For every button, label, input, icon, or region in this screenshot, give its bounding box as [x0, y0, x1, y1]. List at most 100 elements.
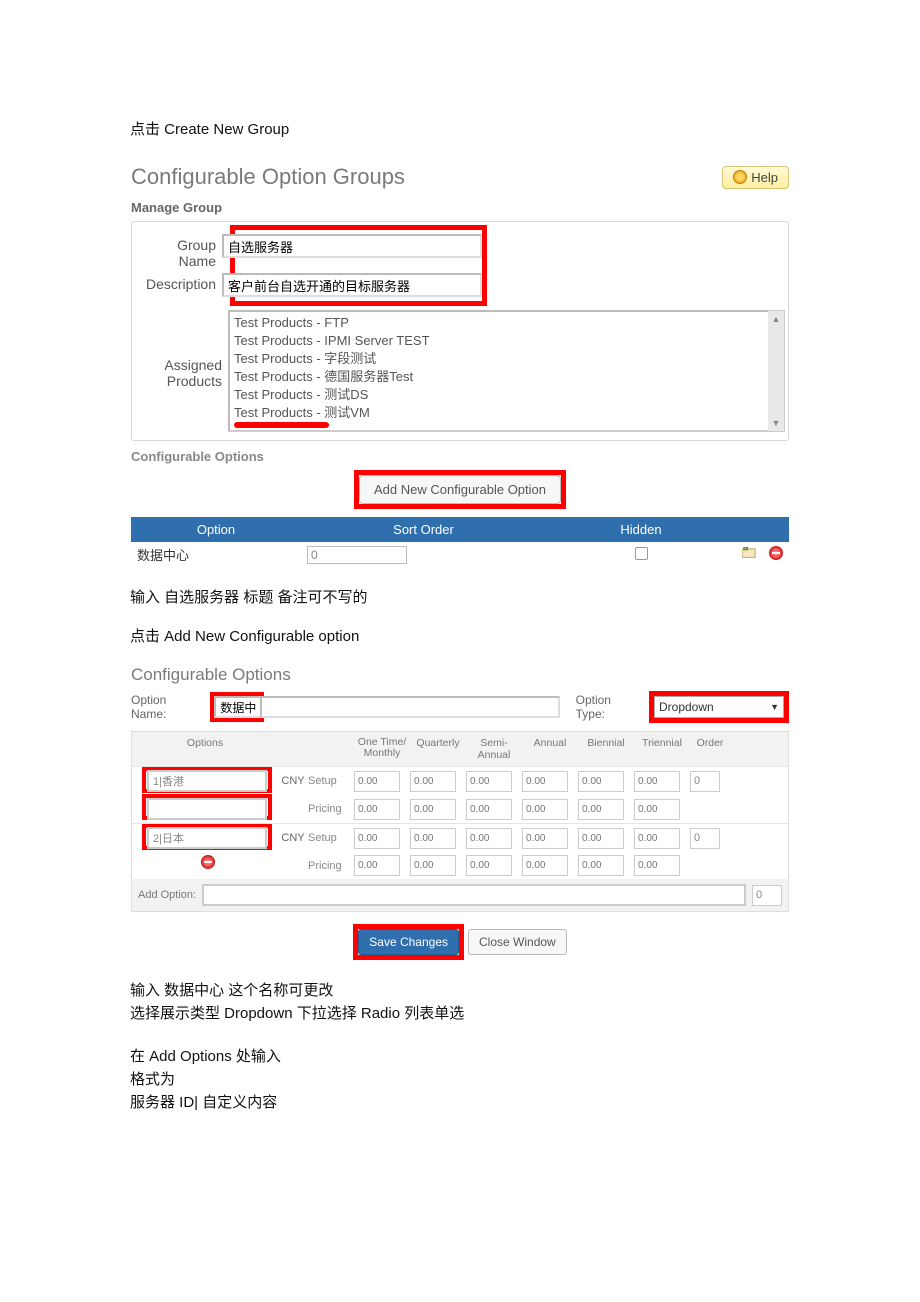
- pricing-grid: Options One Time/ Monthly Quarterly Semi…: [131, 731, 789, 912]
- price-input[interactable]: [578, 799, 624, 820]
- price-input[interactable]: [634, 799, 680, 820]
- price-input[interactable]: [354, 855, 400, 876]
- configurable-options-heading: Configurable Options: [131, 449, 789, 464]
- row-label-pricing: Pricing: [308, 803, 354, 815]
- description-input[interactable]: [222, 273, 482, 297]
- help-button-label: Help: [751, 170, 778, 185]
- annotation-redbox: [142, 824, 272, 850]
- chevron-down-icon: ▼: [770, 702, 779, 712]
- annotation-redmark: [234, 422, 329, 428]
- doc-paragraph: 格式为: [130, 1068, 790, 1089]
- price-input[interactable]: [634, 828, 680, 849]
- screenshot-manage-group: Configurable Option Groups Help Manage G…: [130, 157, 790, 568]
- assigned-products-listbox[interactable]: Test Products - FTP Test Products - IPMI…: [228, 310, 768, 432]
- page-title: Configurable Option Groups: [131, 164, 405, 190]
- list-item[interactable]: Test Products - 字段测试: [232, 350, 766, 368]
- th-edit: [736, 517, 763, 542]
- price-input[interactable]: [410, 828, 456, 849]
- price-input[interactable]: [466, 828, 512, 849]
- label-assigned-products: Assigned Products: [135, 354, 228, 389]
- doc-paragraph: 点击 Create New Group: [130, 118, 790, 139]
- option-type-select[interactable]: Dropdown ▼: [654, 696, 784, 718]
- edit-icon[interactable]: [742, 547, 757, 559]
- price-input[interactable]: [522, 855, 568, 876]
- price-input[interactable]: [634, 771, 680, 792]
- th-hidden: Hidden: [546, 517, 736, 542]
- list-item[interactable]: Test Products - FTP: [232, 314, 766, 332]
- price-input[interactable]: [354, 799, 400, 820]
- delete-icon[interactable]: [769, 546, 783, 560]
- th-option: Option: [131, 517, 301, 542]
- list-item[interactable]: Test Products - 测试VM: [232, 404, 766, 422]
- add-option-input[interactable]: [202, 884, 746, 906]
- price-input[interactable]: [354, 771, 400, 792]
- save-changes-button[interactable]: Save Changes: [358, 929, 459, 955]
- screenshot-option-dialog: Configurable Options Option Name: Option…: [130, 664, 790, 961]
- annotation-redbox: Dropdown ▼: [649, 691, 789, 723]
- price-input[interactable]: [578, 855, 624, 876]
- price-input[interactable]: [522, 828, 568, 849]
- option-value-input[interactable]: [147, 827, 267, 849]
- price-input[interactable]: [410, 799, 456, 820]
- price-input[interactable]: [466, 799, 512, 820]
- row-label-setup: Setup: [308, 775, 354, 787]
- scroll-down-icon[interactable]: ▼: [768, 415, 784, 431]
- th-options: Options: [132, 732, 278, 766]
- scroll-up-icon[interactable]: ▲: [768, 311, 784, 327]
- doc-paragraph: 在 Add Options 处输入: [130, 1045, 790, 1066]
- price-input[interactable]: [522, 799, 568, 820]
- sort-order-input[interactable]: [307, 546, 407, 564]
- doc-paragraph: 输入 数据中心 这个名称可更改: [130, 979, 790, 1000]
- th-sort-order: Sort Order: [301, 517, 546, 542]
- row-label-pricing: Pricing: [308, 860, 354, 872]
- row-label-setup: Setup: [308, 832, 354, 844]
- doc-paragraph: 服务器 ID| 自定义内容: [130, 1091, 790, 1112]
- group-name-input[interactable]: [222, 234, 482, 258]
- close-window-button[interactable]: Close Window: [468, 929, 567, 955]
- annotation-redbox: Add New Configurable Option: [354, 470, 566, 509]
- options-table: Option Sort Order Hidden 数据中心: [131, 517, 789, 567]
- add-option-row: Add Option:: [132, 879, 788, 911]
- help-button[interactable]: Help: [722, 166, 789, 189]
- option-value-input[interactable]: [147, 770, 267, 792]
- list-item[interactable]: Test Products - 德国服务器Test: [232, 368, 766, 386]
- add-option-order-input[interactable]: [752, 885, 782, 906]
- currency-label: CNY: [278, 832, 308, 844]
- th-semiannual: Semi-Annual: [466, 732, 522, 766]
- manage-group-heading: Manage Group: [131, 200, 789, 215]
- label-add-option: Add Option:: [138, 889, 196, 901]
- add-new-configurable-option-button[interactable]: Add New Configurable Option: [359, 475, 561, 504]
- price-input[interactable]: [522, 771, 568, 792]
- price-input[interactable]: [634, 855, 680, 876]
- currency-label: CNY: [278, 775, 308, 787]
- price-input[interactable]: [410, 771, 456, 792]
- th-order: Order: [690, 732, 730, 766]
- label-description: Description: [140, 273, 222, 292]
- label-option-type: Option Type:: [576, 693, 641, 721]
- label-option-name: Option Name:: [131, 693, 202, 721]
- dialog-title: Configurable Options: [131, 665, 789, 685]
- th-biennial: Biennial: [578, 732, 634, 766]
- bulb-icon: [733, 170, 747, 184]
- list-item[interactable]: Test Products - 测试DS: [232, 386, 766, 404]
- price-input[interactable]: [354, 828, 400, 849]
- price-input[interactable]: [578, 828, 624, 849]
- price-input[interactable]: [410, 855, 456, 876]
- order-input[interactable]: [690, 771, 720, 792]
- price-input[interactable]: [466, 855, 512, 876]
- price-input[interactable]: [578, 771, 624, 792]
- option-name-input[interactable]: [260, 696, 559, 718]
- delete-icon[interactable]: [201, 855, 215, 869]
- scrollbar[interactable]: ▲ ▼: [768, 310, 785, 432]
- annotation-redbox: Save Changes: [353, 924, 464, 960]
- option-value-input-empty[interactable]: [147, 798, 267, 820]
- option-group: CNY Setup Pricing: [132, 823, 788, 879]
- order-input[interactable]: [690, 828, 720, 849]
- hidden-checkbox[interactable]: [635, 547, 648, 560]
- th-delete: [763, 517, 789, 542]
- option-name-input-highlight[interactable]: [214, 696, 260, 718]
- doc-paragraph: 输入 自选服务器 标题 备注可不写的: [130, 586, 790, 607]
- th-annual: Annual: [522, 732, 578, 766]
- list-item[interactable]: Test Products - IPMI Server TEST: [232, 332, 766, 350]
- price-input[interactable]: [466, 771, 512, 792]
